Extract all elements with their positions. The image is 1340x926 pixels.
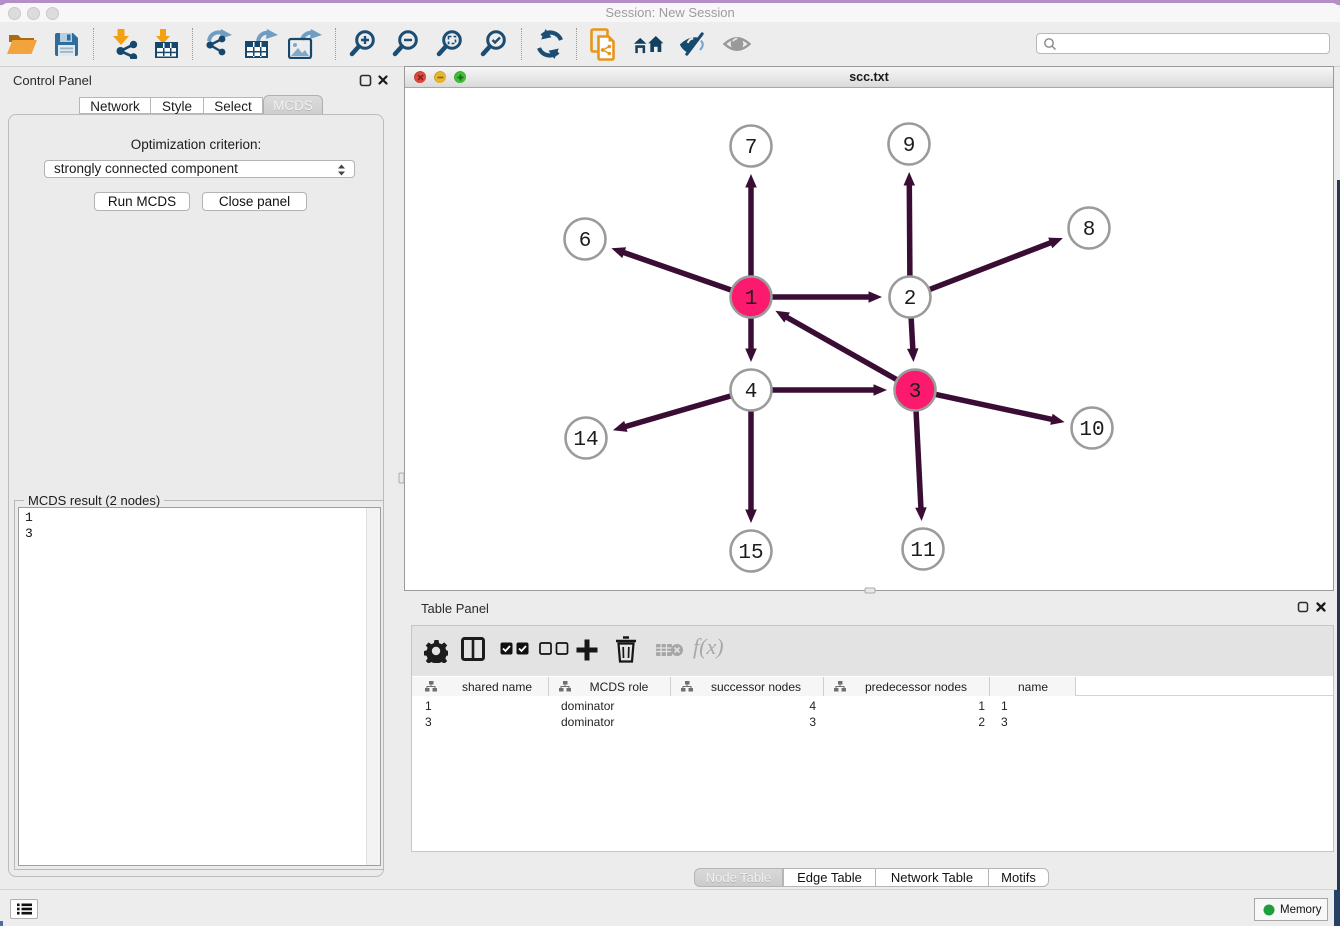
- svg-text:1: 1: [745, 288, 758, 311]
- svg-text:7: 7: [745, 137, 758, 160]
- svg-text:4: 4: [745, 381, 758, 404]
- svg-text:8: 8: [1083, 219, 1096, 242]
- svg-text:11: 11: [910, 540, 935, 563]
- svg-text:3: 3: [909, 381, 922, 404]
- svg-text:10: 10: [1079, 419, 1104, 442]
- svg-text:9: 9: [903, 135, 916, 158]
- svg-text:6: 6: [579, 230, 592, 253]
- svg-text:14: 14: [573, 429, 598, 452]
- svg-text:2: 2: [904, 288, 917, 311]
- svg-text:15: 15: [738, 542, 763, 565]
